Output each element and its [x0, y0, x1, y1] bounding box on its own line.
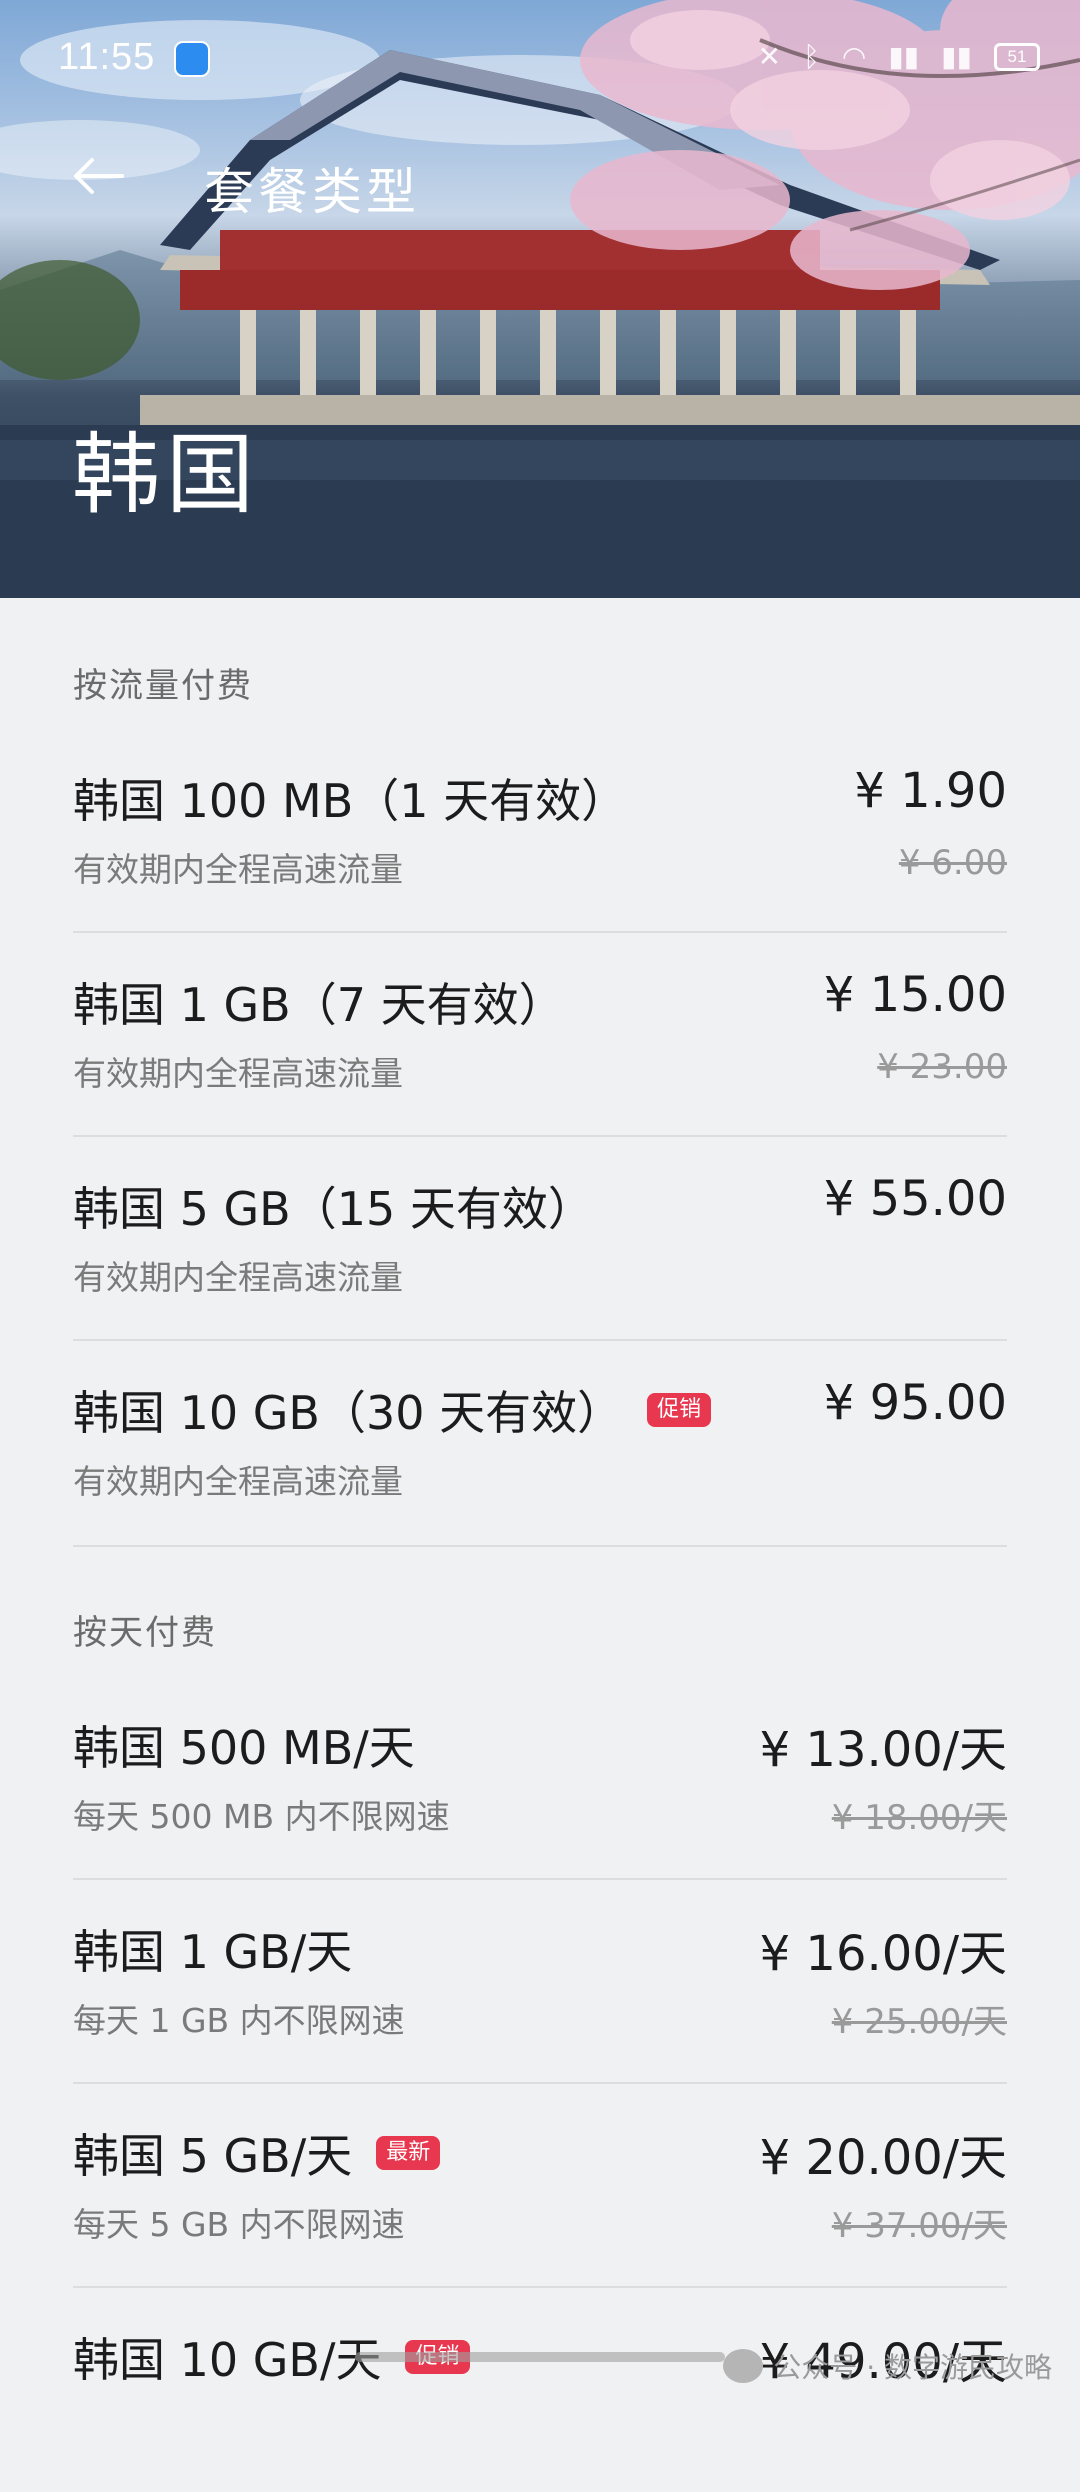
plan-original-price: ¥ 37.00/天 [831, 2206, 1007, 2246]
plan-item[interactable]: 韩国 100 MB（1 天有效） 有效期内全程高速流量 ¥ 1.90 ¥ 6.0… [73, 729, 1007, 933]
section-title-traffic: 按流量付费 [73, 666, 253, 706]
plan-item[interactable]: 韩国 5 GB/天 最新 每天 5 GB 内不限网速 ¥ 20.00/天 ¥ 3… [73, 2084, 1007, 2288]
home-indicator[interactable] [355, 2352, 725, 2362]
new-badge: 最新 [376, 2136, 441, 2170]
plan-item[interactable]: 韩国 5 GB（15 天有效） 有效期内全程高速流量 ¥ 55.00 [73, 1137, 1007, 1341]
plan-name: 韩国 5 GB（15 天有效） [73, 1182, 594, 1236]
plan-desc: 每天 5 GB 内不限网速 [73, 2205, 405, 2244]
plan-original-price: ¥ 25.00/天 [831, 2002, 1007, 2042]
signal-2-icon: ▮▮ [941, 40, 972, 73]
back-button[interactable] [72, 156, 132, 216]
plan-item[interactable]: 韩国 10 GB（30 天有效） 促销 有效期内全程高速流量 ¥ 95.00 [73, 1341, 1007, 1545]
plan-desc: 有效期内全程高速流量 [73, 1258, 403, 1297]
arrow-left-icon [74, 158, 124, 194]
section-title-daily: 按天付费 [73, 1613, 217, 1653]
plan-price: ¥ 1.90 [854, 763, 1007, 819]
wechat-icon [723, 2349, 764, 2383]
bluetooth-icon: ᛒ [803, 40, 820, 73]
country-title: 韩国 [72, 423, 261, 526]
page-title: 套餐类型 [204, 163, 420, 221]
plan-price: ¥ 13.00/天 [759, 1722, 1007, 1778]
watermark: 公众号 · 数字游民攻略 [723, 2346, 1052, 2386]
plan-item[interactable]: 韩国 500 MB/天 每天 500 MB 内不限网速 ¥ 13.00/天 ¥ … [73, 1676, 1007, 1880]
hero-banner: 11:55 ✕ ᛒ ◠ ▮▮ ▮▮ 51 套餐类型 韩国 [0, 0, 1080, 598]
plan-desc: 有效期内全程高速流量 [73, 850, 403, 889]
plan-original-price: ¥ 6.00 [898, 843, 1007, 883]
plan-item[interactable]: 韩国 1 GB（7 天有效） 有效期内全程高速流量 ¥ 15.00 ¥ 23.0… [73, 933, 1007, 1137]
battery-icon: 51 [994, 42, 1040, 71]
plan-original-price: ¥ 23.00 [877, 1047, 1007, 1087]
plan-name: 韩国 10 GB（30 天有效） 促销 [73, 1377, 712, 1443]
traffic-plan-list: 韩国 100 MB（1 天有效） 有效期内全程高速流量 ¥ 1.90 ¥ 6.0… [73, 729, 1007, 1545]
plan-name: 韩国 5 GB/天 最新 [73, 2120, 441, 2186]
plan-name: 韩国 100 MB（1 天有效） [73, 774, 628, 828]
plan-list-container: 按流量付费 韩国 100 MB（1 天有效） 有效期内全程高速流量 ¥ 1.90… [0, 598, 1080, 2492]
watermark-text: 公众号 · 数字游民攻略 [773, 2351, 1052, 2384]
plan-desc: 有效期内全程高速流量 [73, 1054, 403, 1093]
app-notification-icon [174, 41, 210, 77]
mute-icon: ✕ [757, 40, 782, 73]
plan-price: ¥ 15.00 [823, 967, 1007, 1023]
plan-desc: 每天 500 MB 内不限网速 [73, 1797, 450, 1836]
plan-price: ¥ 20.00/天 [759, 2130, 1007, 2186]
wifi-icon: ◠ [841, 40, 867, 73]
plan-original-price: ¥ 18.00/天 [831, 1798, 1007, 1838]
status-time: 11:55 [58, 36, 156, 78]
plan-name: 韩国 1 GB（7 天有效） [73, 978, 565, 1032]
status-bar: 11:55 ✕ ᛒ ◠ ▮▮ ▮▮ 51 [0, 0, 1080, 120]
plan-name: 韩国 1 GB/天 [73, 1925, 353, 1979]
plan-item[interactable]: 韩国 1 GB/天 每天 1 GB 内不限网速 ¥ 16.00/天 ¥ 25.0… [73, 1880, 1007, 2084]
plan-item[interactable]: 韩国 10 GB/天 促销 ¥ 49.00/天 [73, 2288, 1007, 2492]
promo-badge: 促销 [647, 1393, 712, 1427]
plan-price: ¥ 16.00/天 [759, 1926, 1007, 1982]
plan-price: ¥ 55.00 [823, 1171, 1007, 1227]
plan-price: ¥ 95.00 [823, 1375, 1007, 1431]
plan-desc: 有效期内全程高速流量 [73, 1462, 403, 1501]
plan-name: 韩国 500 MB/天 [73, 1721, 415, 1775]
plan-desc: 每天 1 GB 内不限网速 [73, 2001, 405, 2040]
signal-icon: ▮▮ [888, 40, 920, 73]
